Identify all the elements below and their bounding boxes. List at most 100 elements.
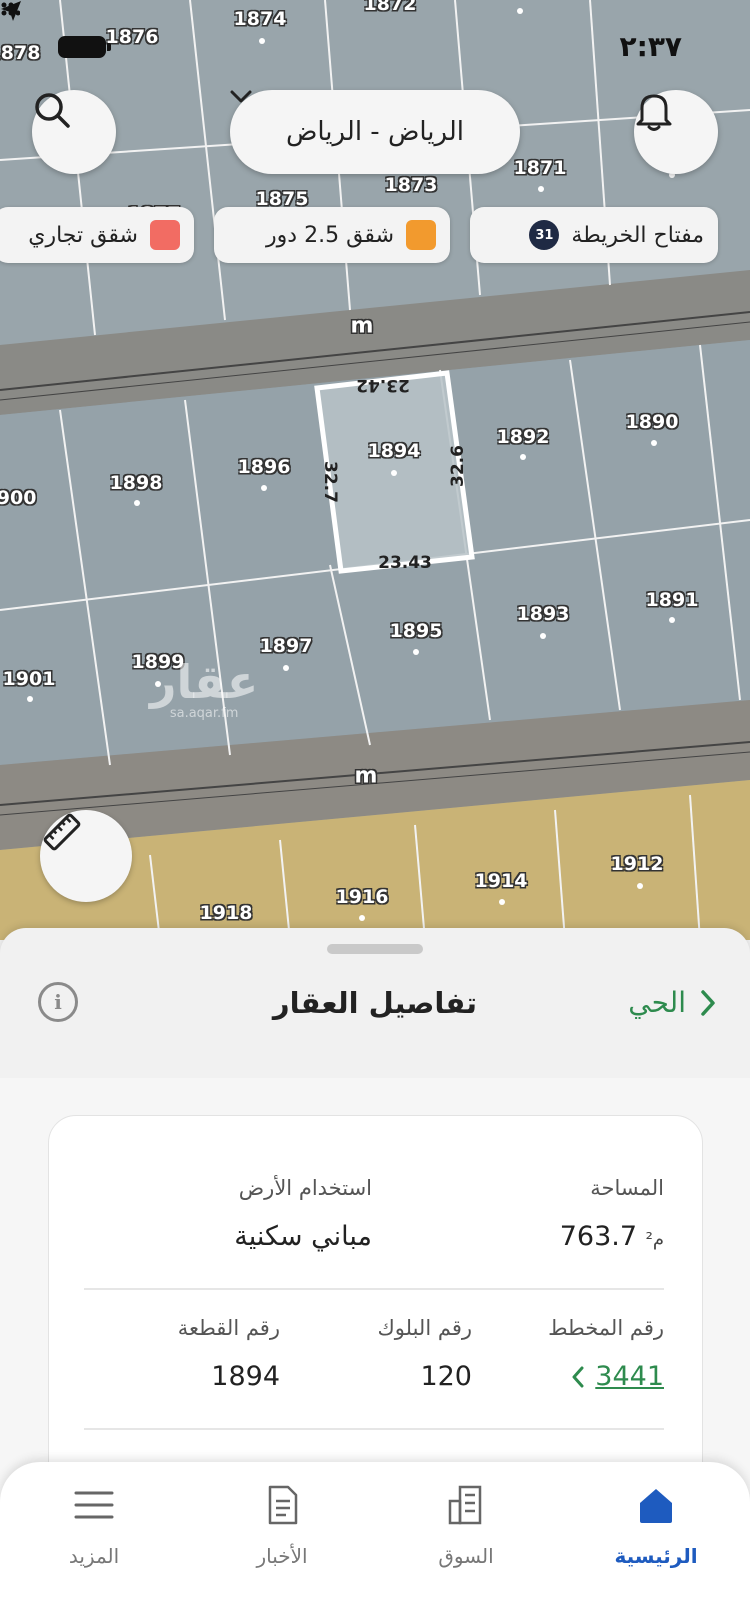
nav-more[interactable]: المزيد — [34, 1482, 154, 1568]
plot-marker — [540, 633, 546, 639]
home-icon — [640, 1489, 672, 1523]
plot-label[interactable]: 1897 — [260, 635, 313, 657]
plot-label[interactable]: 1873 — [385, 174, 438, 196]
nav-home[interactable]: الرئيسية — [596, 1482, 716, 1568]
map-view[interactable]: 1878 1876 1874 1872 1871 1869 1875 1873 … — [0, 0, 750, 940]
details-card: المساحة 763.7 م² استخدام الأرض مباني سكن… — [48, 1115, 703, 1495]
city-selector[interactable]: الرياض - الرياض — [230, 90, 520, 174]
plot-label[interactable]: 1894 — [368, 440, 421, 462]
plot-marker — [259, 38, 265, 44]
plot-label[interactable]: 1898 — [110, 472, 163, 494]
watermark-logo: عقار — [150, 655, 259, 709]
menu-icon — [74, 1491, 114, 1519]
land-use-label: استخدام الأرض — [238, 1176, 372, 1200]
plot-marker — [499, 899, 505, 905]
sheet-grabber[interactable] — [327, 944, 423, 954]
nav-news-label: الأخبار — [256, 1544, 308, 1568]
aqar-watermark: عقار sa.aqar.fm — [150, 655, 259, 721]
plot-label[interactable]: 1918 — [200, 902, 253, 924]
plan-number-value: 3441 — [595, 1361, 664, 1392]
map-key-chip[interactable]: مفتاح الخريطة 31 — [470, 207, 718, 263]
plot-marker — [134, 500, 140, 506]
plot-label[interactable]: 1878 — [0, 42, 40, 64]
plot-marker — [520, 454, 526, 460]
chevron-right-icon — [701, 989, 715, 1016]
nav-market-label: السوق — [438, 1544, 494, 1568]
location-arrow-icon — [1, 1, 21, 21]
street-label: m — [350, 313, 374, 339]
map-key-label: مفتاح الخريطة — [571, 222, 704, 248]
row-divider — [84, 1288, 664, 1290]
plot-label[interactable]: 1912 — [611, 853, 664, 875]
plot-marker — [261, 485, 267, 491]
nav-market[interactable]: السوق — [406, 1482, 526, 1568]
block-number-value: 120 — [420, 1361, 472, 1392]
plot-label[interactable]: 1893 — [517, 603, 570, 625]
plot-label[interactable]: 1896 — [238, 456, 291, 478]
plot-label[interactable]: 1916 — [336, 886, 389, 908]
orange-swatch — [406, 220, 436, 250]
plot-label[interactable]: 1871 — [514, 157, 567, 179]
bottom-navigation: الرئيسية السوق الأخبار المزيد — [0, 1462, 750, 1621]
dimension-bottom: 23.43 — [378, 553, 432, 573]
nav-more-label: المزيد — [68, 1544, 120, 1568]
map-key-count-badge: 31 — [529, 220, 560, 250]
nav-news[interactable]: الأخبار — [222, 1482, 342, 1568]
plot-marker — [391, 470, 397, 476]
row-divider — [84, 1428, 664, 1430]
plot-label[interactable]: 1900 — [0, 487, 36, 509]
plot-label[interactable]: 1874 — [234, 8, 287, 30]
commercial-apartments-chip[interactable]: شقق تجاري — [0, 207, 194, 263]
land-use-value: مباني سكنية — [234, 1221, 372, 1252]
neighborhood-back-button[interactable]: الحي — [628, 986, 716, 1019]
dimension-right: 32.6 — [448, 445, 468, 487]
plan-number-label: رقم المخطط — [548, 1316, 664, 1340]
battery-icon — [58, 36, 106, 58]
apartments-chip[interactable]: شقق 2.5 دور — [214, 207, 450, 263]
notifications-button[interactable] — [634, 90, 718, 174]
plot-label[interactable]: 1872 — [364, 0, 417, 15]
building-icon — [448, 1485, 482, 1525]
news-icon — [268, 1485, 298, 1525]
plot-marker — [413, 649, 419, 655]
plot-label[interactable]: 1892 — [497, 426, 550, 448]
chevron-down-icon — [230, 90, 252, 103]
plot-marker — [651, 440, 657, 446]
plot-marker — [359, 915, 365, 921]
area-number: 763.7 — [559, 1221, 638, 1252]
status-time: ٢:٣٧ — [619, 30, 682, 63]
plot-marker — [517, 8, 523, 14]
area-unit: م² — [645, 1229, 664, 1250]
nav-home-label: الرئيسية — [614, 1544, 698, 1568]
commercial-chip-label: شقق تجاري — [28, 222, 138, 248]
chevron-left-icon — [572, 1366, 584, 1387]
apartments-chip-label: شقق 2.5 دور — [266, 222, 394, 248]
block-number-label: رقم البلوك — [377, 1316, 472, 1340]
plot-label[interactable]: 1890 — [626, 411, 679, 433]
red-swatch — [150, 220, 180, 250]
plot-marker — [637, 883, 643, 889]
bell-icon — [636, 94, 672, 131]
dimension-left: 32.7 — [320, 461, 340, 503]
area-label: المساحة — [590, 1176, 664, 1200]
plot-label[interactable]: 1891 — [646, 589, 699, 611]
back-label: الحي — [628, 986, 686, 1019]
plan-number-link[interactable]: 3441 — [571, 1361, 664, 1392]
dimension-top: 23.42 — [356, 375, 410, 395]
ruler-icon — [43, 813, 81, 851]
plot-label[interactable]: 1914 — [475, 870, 528, 892]
plot-marker — [538, 186, 544, 192]
plot-label[interactable]: 1901 — [3, 668, 56, 690]
street-label: m — [354, 763, 378, 789]
plot-marker — [27, 696, 33, 702]
plot-number-label: رقم القطعة — [177, 1316, 280, 1340]
plot-label[interactable]: 1876 — [106, 26, 159, 48]
plot-marker — [283, 665, 289, 671]
search-button[interactable] — [32, 90, 116, 174]
plot-label[interactable]: 1895 — [390, 620, 443, 642]
battery-tip — [107, 43, 111, 51]
search-icon — [35, 93, 70, 128]
city-selector-label: الرياض - الرياض — [285, 117, 465, 147]
area-value: 763.7 م² — [560, 1221, 664, 1252]
measure-button[interactable] — [40, 810, 132, 902]
